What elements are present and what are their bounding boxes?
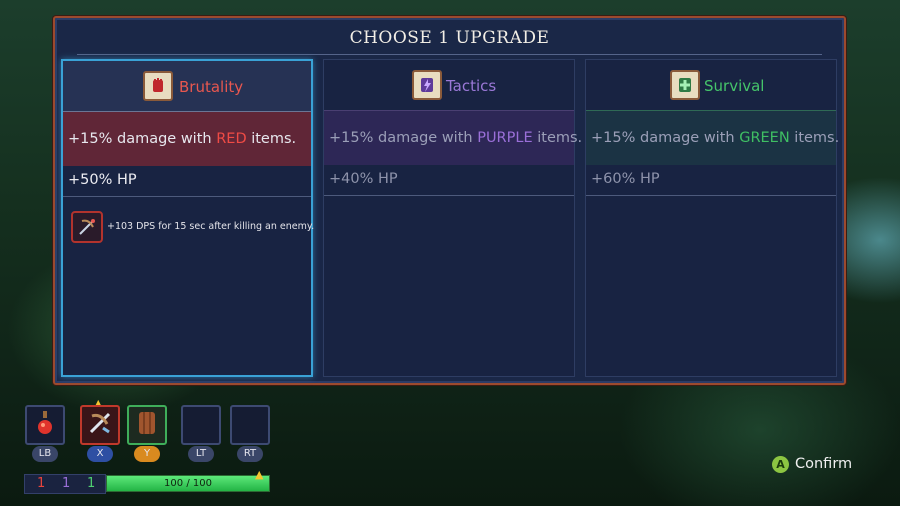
option-header: Brutality <box>63 61 311 111</box>
bonus-color-word: GREEN <box>739 130 790 146</box>
wooden-shield-icon <box>135 410 159 441</box>
option-name: Survival <box>704 77 765 95</box>
health-upgrade-arrow-icon: ▲ <box>255 468 264 481</box>
a-button-icon: A <box>772 455 789 473</box>
confirm-prompt[interactable]: A Confirm <box>772 455 852 473</box>
title-divider <box>77 54 822 55</box>
damage-bonus: +15% damage with RED items. <box>63 112 311 166</box>
option-name: Tactics <box>446 77 497 95</box>
brutality-fist-icon <box>143 71 173 101</box>
health-flask-icon <box>35 410 55 441</box>
scroll-counters: 1 1 1 <box>24 474 106 494</box>
bonus-text: +15% damage with <box>329 130 478 146</box>
crossbow-perk-icon <box>71 211 103 243</box>
damage-bonus: +15% damage with PURPLE items. <box>324 111 582 165</box>
option-tactics[interactable]: Tactics +15% damage with PURPLE items. +… <box>323 59 582 377</box>
purple-scroll-count: 1 <box>62 476 71 491</box>
option-header: Tactics <box>324 60 574 110</box>
hp-bonus: +40% HP <box>324 166 574 196</box>
crossbow-icon <box>87 410 113 441</box>
bonus-text-suffix: items. <box>532 130 583 146</box>
upgrade-dialog: CHOOSE 1 UPGRADE Brutality +15% damage w… <box>53 16 846 385</box>
bonus-color-word: PURPLE <box>477 130 533 146</box>
key-lb: LB <box>32 446 58 462</box>
damage-bonus: +15% damage with GREEN items. <box>586 111 839 165</box>
key-x: X <box>87 446 113 462</box>
health-bar: 100 / 100 <box>106 475 270 492</box>
red-scroll-count: 1 <box>37 476 46 491</box>
slot-shield[interactable] <box>127 405 167 445</box>
tactics-lightning-icon <box>412 70 442 100</box>
bonus-text: +15% damage with <box>591 130 740 146</box>
perk-description: +103 DPS for 15 sec after killing an ene… <box>107 221 315 232</box>
option-name: Brutality <box>179 78 244 96</box>
bonus-color-word: RED <box>216 131 247 147</box>
option-header: Survival <box>586 60 836 110</box>
option-survival[interactable]: Survival +15% damage with GREEN items. +… <box>585 59 839 377</box>
slot-health-flask[interactable] <box>25 405 65 445</box>
bonus-text-suffix: items. <box>789 130 840 146</box>
confirm-label: Confirm <box>795 456 853 472</box>
green-scroll-count: 1 <box>87 476 96 491</box>
key-y: Y <box>134 446 160 462</box>
survival-cross-icon <box>670 70 700 100</box>
bonus-text-suffix: items. <box>246 131 297 147</box>
hp-bonus: +50% HP <box>63 167 311 197</box>
health-text: 100 / 100 <box>164 478 212 489</box>
hp-bonus: +60% HP <box>586 166 836 196</box>
dialog-title: CHOOSE 1 UPGRADE <box>349 28 550 48</box>
key-rt: RT <box>237 446 263 462</box>
slot-skill-lt[interactable] <box>181 405 221 445</box>
bonus-text: +15% damage with <box>68 131 217 147</box>
key-lt: LT <box>188 446 214 462</box>
slot-skill-rt[interactable] <box>230 405 270 445</box>
slot-crossbow[interactable] <box>80 405 120 445</box>
option-brutality[interactable]: Brutality +15% damage with RED items. +5… <box>61 59 315 377</box>
